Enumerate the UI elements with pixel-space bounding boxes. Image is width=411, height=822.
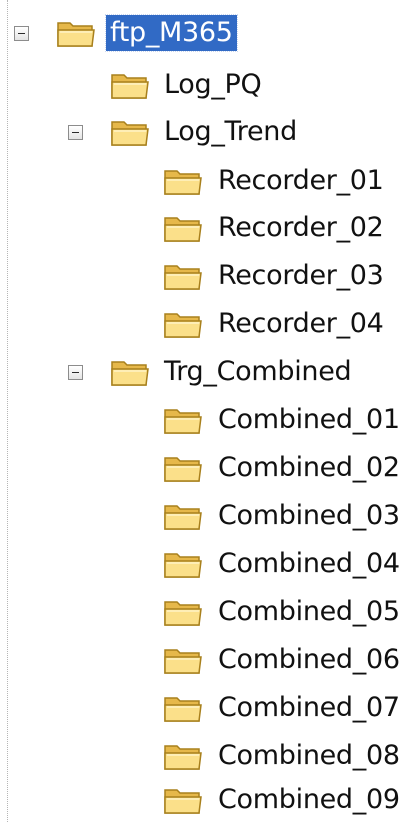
- tree-node-label[interactable]: Recorder_03: [214, 258, 388, 294]
- tree-node-combined[interactable]: Combined_05: [0, 592, 411, 632]
- folder-icon: [163, 212, 203, 244]
- tree-node-recorder[interactable]: Recorder_02: [0, 208, 411, 248]
- tree-node-label[interactable]: Log_Trend: [160, 114, 301, 150]
- tree-node-log-pq[interactable]: Log_PQ: [0, 65, 290, 105]
- folder-icon: [163, 784, 203, 816]
- tree-node-label[interactable]: Recorder_04: [214, 306, 388, 342]
- folder-icon: [163, 740, 203, 772]
- folder-icon: [110, 356, 150, 388]
- folder-tree: ftp_M365 Log_PQ Log_Trend Recorder_01 Re…: [0, 0, 411, 822]
- collapse-icon[interactable]: [68, 365, 83, 380]
- folder-icon: [110, 116, 150, 148]
- folder-icon: [163, 548, 203, 580]
- folder-icon: [110, 69, 150, 101]
- tree-node-log-trend[interactable]: Log_Trend: [0, 112, 320, 152]
- tree-node-recorder[interactable]: Recorder_03: [0, 256, 411, 296]
- folder-icon: [163, 644, 203, 676]
- tree-node-combined[interactable]: Combined_02: [0, 448, 411, 488]
- tree-node-label[interactable]: Combined_04: [214, 546, 404, 582]
- tree-node-root[interactable]: ftp_M365: [0, 13, 290, 53]
- folder-icon: [163, 692, 203, 724]
- tree-node-label[interactable]: ftp_M365: [105, 14, 238, 52]
- folder-open-icon: [56, 17, 96, 49]
- folder-icon: [163, 404, 203, 436]
- tree-node-label[interactable]: Combined_07: [214, 690, 404, 726]
- tree-node-label[interactable]: Combined_08: [214, 738, 404, 774]
- tree-node-combined[interactable]: Combined_07: [0, 688, 411, 728]
- collapse-icon[interactable]: [68, 125, 83, 140]
- tree-node-combined[interactable]: Combined_04: [0, 544, 411, 584]
- tree-node-combined[interactable]: Combined_08: [0, 736, 411, 776]
- tree-node-label[interactable]: Combined_02: [214, 450, 404, 486]
- tree-node-combined[interactable]: Combined_03: [0, 496, 411, 536]
- folder-icon: [163, 308, 203, 340]
- folder-icon: [163, 452, 203, 484]
- tree-node-label[interactable]: Log_PQ: [160, 67, 265, 103]
- tree-node-recorder[interactable]: Recorder_04: [0, 304, 411, 344]
- tree-node-label[interactable]: Recorder_02: [214, 210, 388, 246]
- tree-node-label[interactable]: Combined_06: [214, 642, 404, 678]
- tree-node-label[interactable]: Combined_05: [214, 594, 404, 630]
- folder-icon: [163, 596, 203, 628]
- tree-node-combined[interactable]: Combined_01: [0, 400, 411, 440]
- folder-icon: [163, 260, 203, 292]
- tree-node-recorder[interactable]: Recorder_01: [0, 161, 411, 201]
- tree-node-label[interactable]: Combined_01: [214, 402, 404, 438]
- collapse-icon[interactable]: [14, 26, 29, 41]
- tree-node-label[interactable]: Combined_09: [214, 782, 404, 818]
- tree-node-combined[interactable]: Combined_06: [0, 640, 411, 680]
- folder-icon: [163, 500, 203, 532]
- tree-node-combined[interactable]: Combined_09: [0, 780, 411, 820]
- tree-node-trg-combined[interactable]: Trg_Combined: [0, 352, 360, 392]
- tree-node-label[interactable]: Combined_03: [214, 498, 404, 534]
- tree-node-label[interactable]: Trg_Combined: [160, 354, 355, 390]
- tree-node-label[interactable]: Recorder_01: [214, 163, 388, 199]
- folder-icon: [163, 165, 203, 197]
